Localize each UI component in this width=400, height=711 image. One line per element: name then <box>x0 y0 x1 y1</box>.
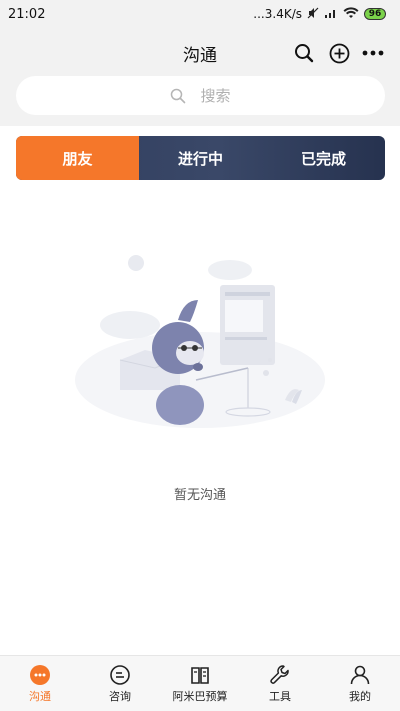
tab-in-progress[interactable]: 进行中 <box>139 136 262 180</box>
nav-label: 工具 <box>269 689 291 703</box>
more-dots-icon <box>362 50 384 56</box>
network-speed: ...3.4K/s <box>253 7 302 21</box>
nav-label: 咨询 <box>109 689 131 703</box>
nav-item-chat[interactable]: 沟通 <box>0 656 80 711</box>
tab-friends[interactable]: 朋友 <box>16 136 139 180</box>
more-button[interactable] <box>361 41 385 65</box>
search-icon <box>295 44 314 63</box>
nav-label: 我的 <box>349 689 371 703</box>
nav-label: 沟通 <box>29 689 51 703</box>
search-placeholder: 搜索 <box>200 87 231 105</box>
add-button[interactable] <box>327 41 351 65</box>
battery-icon: 96 <box>364 8 386 20</box>
app-screen: 21:02 ...3.4K/s 96 沟通 搜索 朋友 进行中 已完成 暂无沟通… <box>0 0 400 711</box>
nav-item-budget[interactable]: 阿米巴预算 <box>160 656 240 711</box>
plus-circle-icon <box>329 43 349 63</box>
user-icon <box>349 664 371 686</box>
consult-icon <box>109 664 131 686</box>
status-tabs: 朋友 进行中 已完成 <box>16 136 385 180</box>
mute-icon <box>307 7 319 22</box>
nav-item-consult[interactable]: 咨询 <box>80 656 160 711</box>
wrench-icon <box>269 664 291 686</box>
search-input[interactable]: 搜索 <box>16 76 385 115</box>
nav-item-tools[interactable]: 工具 <box>240 656 320 711</box>
wifi-icon <box>343 6 359 22</box>
signal-icon <box>324 7 338 22</box>
empty-illustration <box>75 255 325 428</box>
search-icon <box>171 88 186 103</box>
empty-state-text: 暂无沟通 <box>173 488 226 503</box>
nav-item-profile[interactable]: 我的 <box>320 656 400 711</box>
status-bar: 21:02 ...3.4K/s 96 <box>0 0 400 28</box>
nav-label: 阿米巴预算 <box>172 689 228 703</box>
status-time: 21:02 <box>8 6 46 22</box>
search-button[interactable] <box>292 41 316 65</box>
tab-completed[interactable]: 已完成 <box>262 136 385 180</box>
book-icon <box>189 664 211 686</box>
bottom-nav: 沟通 咨询 阿米巴预算 工具 我的 <box>0 655 400 711</box>
chat-dots-icon <box>29 664 51 686</box>
status-indicators: ...3.4K/s 96 <box>253 6 386 22</box>
header: 沟通 搜索 <box>0 28 400 126</box>
